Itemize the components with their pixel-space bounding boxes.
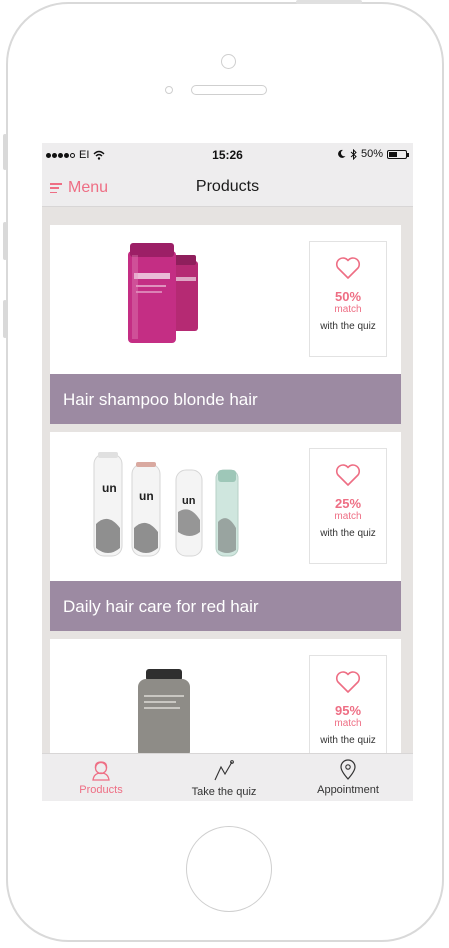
tab-appointment[interactable]: Appointment bbox=[304, 754, 392, 801]
proximity-sensor bbox=[165, 86, 173, 94]
svg-text:un: un bbox=[182, 495, 196, 507]
front-camera bbox=[221, 54, 236, 69]
mute-switch bbox=[3, 134, 7, 170]
tab-label: Products bbox=[79, 784, 123, 796]
battery-icon bbox=[387, 149, 409, 159]
match-percent: 50% bbox=[334, 289, 362, 304]
match-percent: 95% bbox=[334, 703, 362, 718]
product-card[interactable]: un un un 25% match with the quiz Daily h… bbox=[50, 432, 401, 631]
quiz-text: with the quiz bbox=[320, 528, 376, 539]
tab-take-the-quiz[interactable]: Take the quiz bbox=[182, 754, 266, 801]
match-label: match bbox=[334, 304, 362, 315]
product-title: Hair shampoo blonde hair bbox=[50, 374, 401, 424]
volume-up-button bbox=[3, 222, 7, 260]
quiz-text: with the quiz bbox=[320, 321, 376, 332]
tab-label: Appointment bbox=[317, 784, 379, 796]
tab-products[interactable]: Products bbox=[62, 754, 140, 801]
graph-icon bbox=[214, 760, 234, 781]
status-bar: EI 15:26 50% bbox=[42, 143, 413, 167]
heart-icon[interactable] bbox=[335, 463, 361, 487]
status-right-group: 50% bbox=[337, 148, 409, 160]
match-percent: 25% bbox=[334, 496, 362, 511]
svg-text:un: un bbox=[139, 489, 154, 503]
tab-label: Take the quiz bbox=[191, 786, 257, 798]
bluetooth-icon bbox=[350, 148, 357, 160]
navigation-bar: Menu Products bbox=[42, 167, 413, 207]
moon-icon bbox=[338, 149, 346, 158]
quiz-text: with the quiz bbox=[320, 735, 376, 746]
match-badge: 95% match with the quiz bbox=[309, 655, 387, 753]
match-label: match bbox=[334, 718, 362, 729]
face-icon bbox=[92, 761, 110, 781]
match-label: match bbox=[334, 511, 362, 522]
heart-icon[interactable] bbox=[335, 670, 361, 694]
product-list[interactable]: 50% match with the quiz Hair shampoo blo… bbox=[42, 207, 413, 753]
match-badge: 50% match with the quiz bbox=[309, 241, 387, 357]
match-badge: 25% match with the quiz bbox=[309, 448, 387, 564]
volume-down-button bbox=[3, 300, 7, 338]
location-pin-icon bbox=[340, 759, 356, 780]
home-button[interactable] bbox=[186, 826, 272, 912]
app-screen: EI 15:26 50% Menu Products 50% match wit… bbox=[42, 143, 413, 801]
battery-percent: 50% bbox=[360, 148, 383, 160]
product-card[interactable]: 95% match with the quiz bbox=[50, 639, 401, 753]
tab-bar: Products Take the quiz Appointment bbox=[42, 753, 413, 801]
earpiece-speaker bbox=[191, 85, 267, 95]
svg-text:un: un bbox=[102, 481, 117, 495]
product-title: Daily hair care for red hair bbox=[50, 581, 401, 631]
product-card[interactable]: 50% match with the quiz Hair shampoo blo… bbox=[50, 225, 401, 424]
page-title: Products bbox=[195, 178, 260, 195]
power-button bbox=[296, 0, 362, 4]
heart-icon[interactable] bbox=[335, 256, 361, 280]
